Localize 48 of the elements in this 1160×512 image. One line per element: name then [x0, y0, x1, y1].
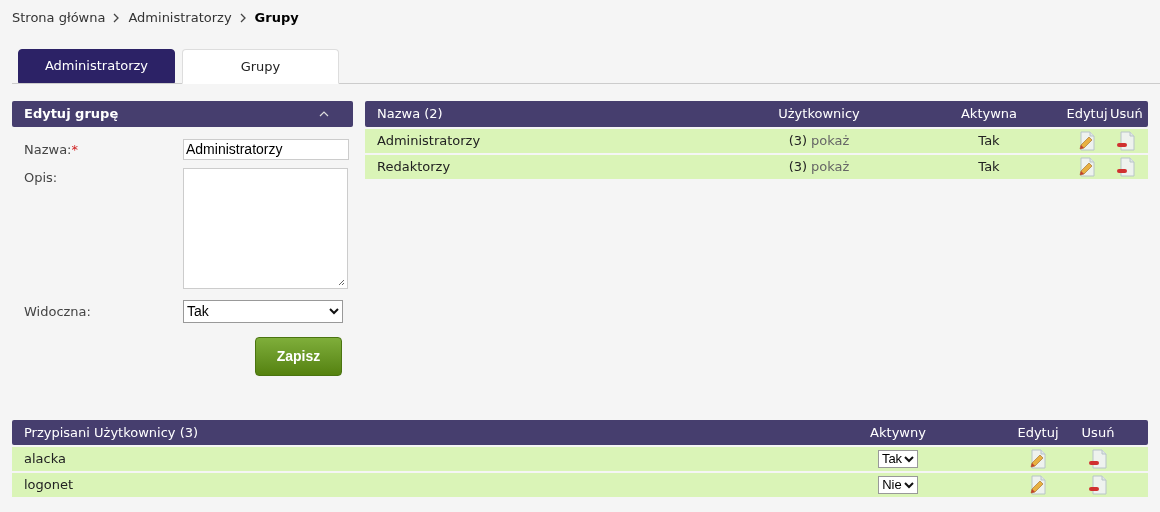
column-header: Aktywny [869, 423, 927, 442]
dropdown[interactable]: Tak [877, 450, 919, 468]
show-link[interactable]: pokaż [811, 131, 850, 151]
column-header: Przypisani Użytkownicy (3) [24, 423, 200, 442]
resize-handle-icon[interactable] [338, 279, 345, 286]
delete-icon[interactable] [1116, 157, 1136, 177]
chevron-down-icon [904, 455, 915, 463]
edit-icon[interactable] [1029, 475, 1047, 495]
column-header: Usuń [1080, 423, 1116, 442]
name-input[interactable]: Administratorzy [183, 139, 349, 160]
table-cell-text: Redaktorzy [377, 158, 452, 177]
column-header: Użytkownicy [777, 105, 861, 124]
column-header: Usuń [1110, 105, 1142, 124]
chevron-right-icon [239, 13, 247, 23]
field-label: Opis: [24, 169, 58, 187]
chevron-right-icon [113, 13, 121, 23]
chevron-down-icon [329, 308, 339, 315]
table-cell-text: Tak [977, 158, 1001, 177]
user-count: (3) [788, 132, 808, 151]
dropdown[interactable]: Nie [878, 476, 918, 494]
tab[interactable]: Administratorzy [18, 49, 175, 83]
field-label: Nazwa: [24, 140, 72, 159]
breadcrumb-link[interactable]: Strona główna [12, 8, 106, 28]
edit-icon[interactable] [1029, 449, 1047, 469]
column-header: Edytuj [1016, 423, 1060, 442]
edit-icon[interactable] [1078, 131, 1096, 151]
edit-icon[interactable] [1078, 157, 1096, 177]
table-cell-text: Tak [977, 132, 1001, 151]
column-header: Nazwa (2) [377, 105, 444, 124]
required-mark: * [71, 140, 78, 159]
table-cell-text: Administratorzy [377, 132, 482, 151]
panel-title: Edytuj grupę [24, 105, 119, 124]
show-link[interactable]: pokaż [811, 157, 850, 177]
breadcrumb-current: Grupy [254, 9, 299, 28]
delete-icon[interactable] [1088, 475, 1108, 495]
chevron-down-icon [903, 481, 914, 489]
collapse-icon[interactable] [319, 111, 329, 117]
breadcrumb-link[interactable]: Administratorzy [128, 8, 232, 28]
user-count: (3) [788, 158, 808, 177]
dropdown[interactable]: Tak [183, 300, 343, 323]
tab[interactable]: Grupy [182, 49, 339, 84]
table-cell-text: alacka [24, 450, 67, 469]
column-header: Aktywna [959, 105, 1019, 124]
field-label: Widoczna: [24, 302, 91, 321]
delete-icon[interactable] [1116, 131, 1136, 151]
column-header: Edytuj [1065, 105, 1109, 124]
delete-icon[interactable] [1088, 449, 1108, 469]
table-cell-text: logonet [24, 476, 75, 495]
